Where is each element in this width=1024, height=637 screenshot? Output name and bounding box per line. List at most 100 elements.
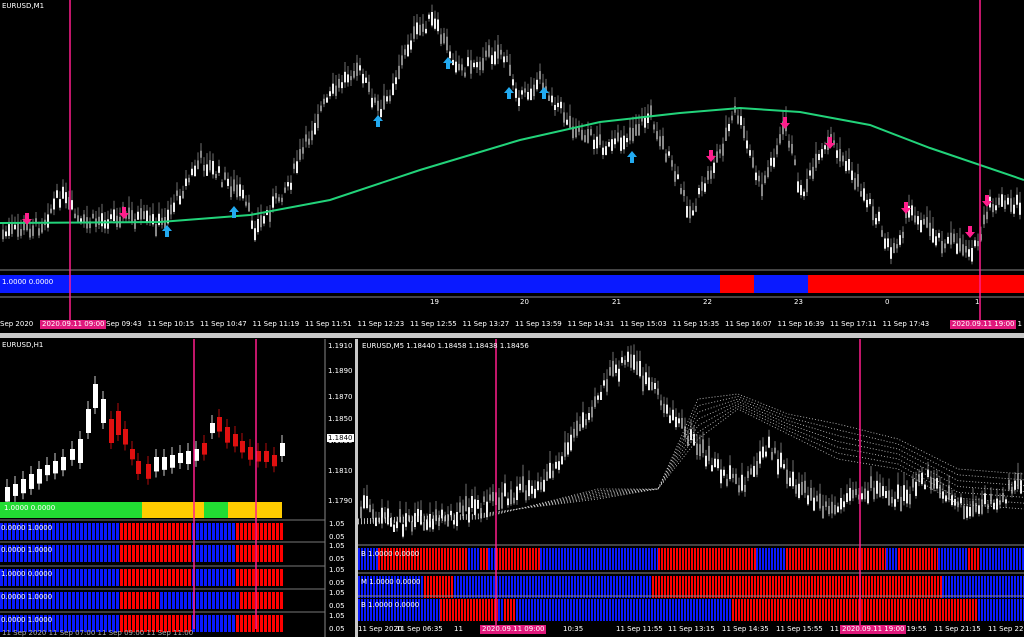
candle-body	[347, 74, 349, 83]
h1-indicator-bar	[244, 569, 247, 586]
candle-body	[938, 233, 940, 238]
m5-indicator-bar	[959, 548, 961, 570]
m5-indicator-bar	[978, 576, 980, 598]
m5-candle-body	[588, 413, 590, 420]
candle-body	[458, 63, 460, 71]
m5-indicator-bar	[601, 576, 603, 598]
m5-indicator-bar	[455, 599, 457, 621]
price-scale-label: 1.1870	[328, 393, 353, 401]
m5-indicator-bar	[861, 599, 863, 621]
m5-indicator-bar	[502, 576, 504, 598]
m5-indicator-bar	[622, 576, 624, 598]
m5-indicator-bar	[491, 599, 493, 621]
h1-indicator-bar	[152, 523, 155, 540]
candle-body	[779, 134, 781, 144]
h1-indicator-bar	[268, 569, 271, 586]
m5-candle-body	[972, 500, 974, 517]
m5-indicator-bar	[582, 599, 584, 621]
candle-body	[1007, 197, 1009, 205]
h1-price-chart[interactable]	[0, 339, 355, 637]
h1-indicator-bar	[252, 592, 255, 609]
candle-body	[1010, 198, 1012, 212]
candle-body	[803, 191, 805, 197]
candle-body	[908, 205, 910, 218]
m5-indicator-bar	[576, 599, 578, 621]
m5-indicator-bar	[795, 599, 797, 621]
m5-indicator-bar	[582, 548, 584, 570]
candle-body	[1019, 202, 1021, 215]
m5-indicator-bar	[687, 599, 689, 621]
top-chart-window[interactable]: EURUSD,M1 1.0000 0.0000 19 20 21 22 23 0 1 Sep…	[0, 0, 1024, 332]
m5-candle-body	[735, 473, 737, 484]
m5-indicator-bar	[802, 576, 804, 598]
candle-body	[335, 85, 337, 96]
h1-indicator-bar	[100, 545, 103, 562]
time-axis-label: 11 Sep 16:07	[725, 320, 772, 328]
m5-indicator-bar	[546, 599, 548, 621]
m5-candle-body	[813, 497, 815, 511]
m5-candle-body	[789, 477, 791, 487]
m5-chart-window[interactable]: EURUSD,M5 1.18440 1.18458 1.18438 1.1845…	[358, 339, 1024, 637]
h1-candle-body	[264, 451, 269, 462]
candle-body	[860, 191, 862, 197]
candle-body	[203, 165, 205, 171]
m5-candle-body	[453, 520, 455, 525]
h1-sub-label: 0.0000 1.0000	[1, 616, 53, 624]
candle-body	[818, 153, 820, 161]
m5-indicator-bar	[475, 576, 477, 598]
h1-indicator-bar	[108, 523, 111, 540]
m5-indicator-bar	[748, 548, 750, 570]
h1-chart-window[interactable]: EURUSD,H1 1.19101.18901.18701.18501.1830…	[0, 339, 355, 637]
m5-indicator-bar	[956, 548, 958, 570]
h1-indicator-bar	[152, 545, 155, 562]
candle-body	[929, 222, 931, 237]
candle-body	[71, 200, 73, 210]
m5-indicator-bar	[430, 599, 432, 621]
m5-indicator-bar	[458, 599, 460, 621]
candle-body	[371, 97, 373, 108]
h1-indicator-bar	[72, 545, 75, 562]
m5-indicator-bar	[577, 576, 579, 598]
candle-body	[578, 127, 580, 132]
m5-indicator-bar	[852, 548, 854, 570]
h1-candle-body	[202, 443, 207, 455]
pane-separator-horizontal[interactable]	[0, 333, 1024, 338]
m5-indicator-bar	[420, 548, 422, 570]
m5-candle-body	[696, 443, 698, 456]
h1-indicator-bar	[72, 569, 75, 586]
m5-candle-body	[978, 505, 980, 514]
candle-body	[857, 174, 859, 187]
m5-time-axis-label: 11 Sep 21:15	[934, 625, 981, 633]
m5-price-chart[interactable]	[358, 339, 1024, 637]
m5-indicator-bar	[541, 576, 543, 598]
m5-indicator-bar	[471, 548, 473, 570]
m5-indicator-bar	[513, 599, 515, 621]
m5-candle-body	[777, 459, 779, 475]
m5-candle-body	[546, 471, 548, 481]
m5-indicator-bar	[909, 599, 911, 621]
m5-indicator-bar	[504, 599, 506, 621]
h1-indicator-bar	[204, 615, 207, 632]
m5-candle-body	[531, 485, 533, 494]
h1-indicator-bar	[224, 592, 227, 609]
m5-indicator-bar	[732, 599, 734, 621]
m5-indicator-bar	[558, 548, 560, 570]
m5-indicator-bar	[789, 599, 791, 621]
m5-indicator-bar	[939, 599, 941, 621]
candle-body	[341, 82, 343, 89]
m5-indicator-bar	[711, 599, 713, 621]
m5-indicator-bar	[751, 548, 753, 570]
m5-indicator-bar	[648, 599, 650, 621]
h1-indicator-bar	[252, 545, 255, 562]
candle-body	[362, 73, 364, 84]
candle-body	[686, 206, 688, 218]
h1-indicator-bar	[156, 592, 159, 609]
candle-body	[299, 149, 301, 160]
h1-indicator-bar	[76, 523, 79, 540]
m5-indicator-bar	[547, 576, 549, 598]
candle-body	[317, 114, 319, 128]
m5-indicator-bar	[771, 599, 773, 621]
m1-price-chart[interactable]	[0, 0, 1024, 332]
m5-indicator-bar	[754, 548, 756, 570]
candle-body	[236, 184, 238, 198]
